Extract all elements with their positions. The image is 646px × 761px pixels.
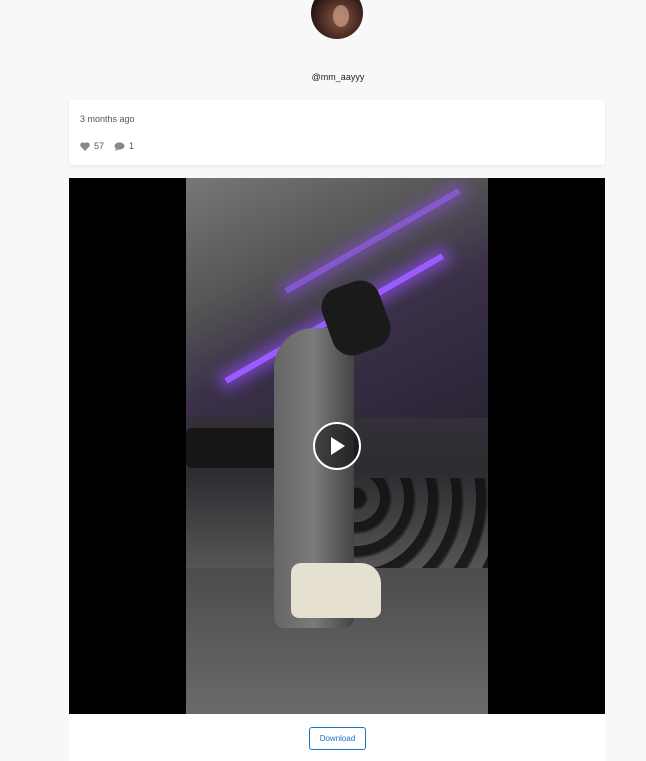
download-button[interactable]: Download [309, 727, 366, 750]
post-timestamp: 3 months ago [80, 114, 135, 124]
video-player[interactable] [69, 178, 605, 714]
username[interactable]: @mm_aayyy [0, 72, 646, 82]
post-meta-card: 3 months ago 57 1 [69, 100, 605, 165]
likes-stat: 57 [80, 141, 104, 151]
play-button[interactable] [313, 422, 361, 470]
likes-count: 57 [94, 141, 105, 151]
post-stats: 57 1 [80, 141, 144, 151]
comments-stat: 1 [114, 141, 134, 151]
media-card: Download [69, 178, 605, 761]
heart-icon [80, 141, 90, 151]
avatar[interactable] [311, 0, 363, 39]
comment-icon [114, 141, 125, 151]
play-icon [331, 437, 345, 455]
comments-count: 1 [129, 141, 135, 151]
